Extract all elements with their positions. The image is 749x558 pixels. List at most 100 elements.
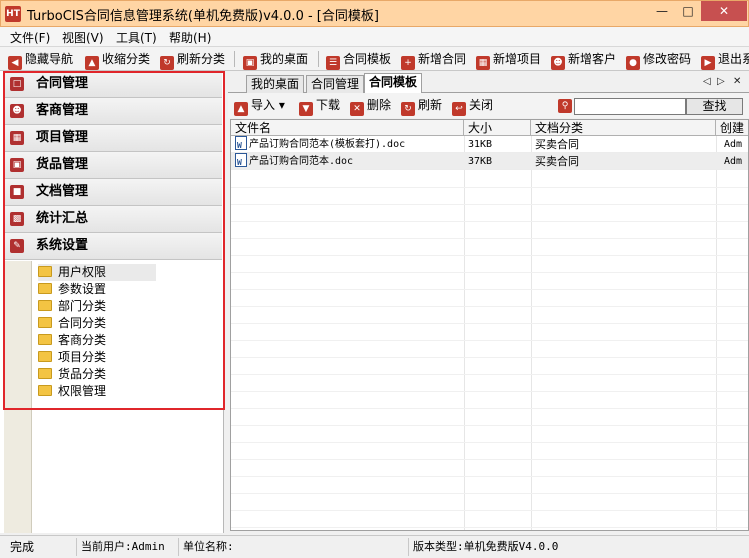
folder-icon (38, 317, 52, 328)
minimize-button[interactable]: — (649, 1, 675, 21)
collapse-category-button[interactable]: ▲ 收缩分类 (85, 50, 150, 70)
tree-item-goods-categories[interactable]: 货品分类 (38, 366, 106, 383)
folder-icon (38, 300, 52, 311)
new-project-icon: ▦ (476, 56, 490, 70)
tree-item-contract-categories[interactable]: 合同分类 (38, 315, 106, 332)
grid-row-rule (231, 442, 748, 443)
building-icon: ▦ (10, 131, 24, 145)
tab-prev-icon[interactable]: ◁ (703, 76, 711, 87)
new-project-button[interactable]: ▦ 新增项目 (476, 50, 541, 70)
title-bar: HT TurboCIS合同信息管理系统(单机免费版)v4.0.0 - [合同模板… (0, 0, 749, 27)
status-bar: 完成 当前用户:Admin 单位名称: 版本类型:单机免费版V4.0.0 (0, 535, 749, 558)
grid-header: 文件名 大小 文档分类 创建 (231, 120, 748, 136)
nav-section-documents[interactable]: ■ 文档管理 (4, 179, 222, 206)
arrow-up-icon: ▲ (85, 56, 99, 70)
table-row[interactable]: 产品订购合同范本.doc 37KB 买卖合同 Adm (231, 153, 748, 170)
tree-item-parameters[interactable]: 参数设置 (38, 281, 106, 298)
column-creator[interactable]: 创建 (716, 120, 748, 136)
grid-row-rule (231, 272, 748, 273)
grid-row-rule (231, 238, 748, 239)
search-input[interactable] (574, 98, 686, 115)
cell-filename: 产品订购合同范本.doc (231, 153, 464, 170)
grid-row-rule (231, 476, 748, 477)
nav-section-merchant[interactable]: ☻ 客商管理 (4, 98, 222, 125)
contract-template-button[interactable]: ☰ 合同模板 (326, 50, 391, 70)
tab-contract-template[interactable]: 合同模板 (364, 73, 423, 94)
arrow-left-icon: ◀ (8, 56, 22, 70)
folder-icon (38, 368, 52, 379)
my-desktop-button[interactable]: ▣ 我的桌面 (243, 50, 308, 70)
grid-row-rule (231, 221, 748, 222)
grid-row-rule (231, 187, 748, 188)
hide-nav-button[interactable]: ◀ 隐藏导航 (8, 50, 73, 70)
cell-creator: Adm (724, 156, 743, 167)
column-divider (464, 136, 465, 530)
refresh-button[interactable]: ↻ 刷新 (401, 97, 442, 116)
close-icon: ↩ (452, 102, 466, 116)
search-button[interactable]: 查找 (686, 98, 743, 115)
tab-contract-management[interactable]: 合同管理 (306, 75, 365, 93)
folder-icon (38, 351, 52, 362)
grid-row-rule (231, 374, 748, 375)
tab-next-icon[interactable]: ▷ (717, 76, 725, 87)
status-state: 完成 (10, 540, 35, 554)
tree-item-departments[interactable]: 部门分类 (38, 298, 106, 315)
tab-close-icon[interactable]: ✕ (733, 76, 741, 87)
grid-row-rule (231, 255, 748, 256)
column-size[interactable]: 大小 (464, 120, 531, 136)
close-tab-button[interactable]: ↩ 关闭 (452, 97, 493, 116)
wrench-icon: ✎ (10, 239, 24, 253)
people-icon: ☻ (10, 104, 24, 118)
goods-icon: ▣ (10, 158, 24, 172)
tab-my-desktop[interactable]: 我的桌面 (246, 75, 305, 93)
menu-file[interactable]: 文件(F) (10, 29, 50, 46)
column-filename[interactable]: 文件名 (231, 120, 464, 136)
nav-section-contract[interactable]: □ 合同管理 (4, 71, 222, 98)
grid-row-rule (231, 408, 748, 409)
folder-icon (38, 334, 52, 345)
download-button[interactable]: ▼ 下载 (299, 97, 340, 116)
tree-item-user-permissions[interactable]: 用户权限 (38, 264, 156, 281)
tree-item-access-control[interactable]: 权限管理 (38, 383, 106, 400)
delete-icon: ✕ (350, 102, 364, 116)
exit-button[interactable]: ▶退出系 (701, 50, 749, 70)
column-divider (716, 136, 717, 530)
menu-view[interactable]: 视图(V) (62, 29, 104, 46)
menu-tools[interactable]: 工具(T) (116, 29, 157, 46)
maximize-button[interactable]: □ (675, 1, 701, 21)
menu-help[interactable]: 帮助(H) (169, 29, 211, 46)
menu-bar: 文件(F) 视图(V) 工具(T) 帮助(H) (0, 27, 749, 47)
close-button[interactable]: ✕ (701, 1, 747, 21)
new-customer-button[interactable]: ☻ 新增客户 (551, 50, 616, 70)
cell-category: 买卖合同 (535, 138, 579, 151)
change-password-button[interactable]: ● 修改密码 (626, 50, 691, 70)
grid-row-rule (231, 391, 748, 392)
tree-item-merchant-categories[interactable]: 客商分类 (38, 332, 106, 349)
cell-category: 买卖合同 (535, 155, 579, 168)
cell-size: 31KB (468, 139, 493, 150)
nav-section-settings[interactable]: ✎ 系统设置 (4, 233, 222, 260)
refresh-category-button[interactable]: ↻ 刷新分类 (160, 50, 225, 70)
navigation-panel: □ 合同管理 ☻ 客商管理 ▦ 项目管理 ▣ 货品管理 ■ 文档管理 ▩ 统计汇总 ✎ 系统设… (0, 71, 224, 533)
column-category[interactable]: 文档分类 (531, 120, 716, 136)
grid-row-rule (231, 510, 748, 511)
nav-section-goods[interactable]: ▣ 货品管理 (4, 152, 222, 179)
desktop-icon: ▣ (243, 56, 257, 70)
new-contract-button[interactable]: + 新增合同 (401, 50, 466, 70)
grid-row-rule (231, 527, 748, 528)
delete-button[interactable]: ✕ 删除 (350, 97, 391, 116)
grid-row-rule (231, 340, 748, 341)
search-icon: ⚲ (558, 99, 572, 113)
table-row[interactable]: 产品订购合同范本(模板套打).doc 31KB 买卖合同 Adm (231, 136, 748, 153)
grid-row-rule (231, 493, 748, 494)
tree-item-project-categories[interactable]: 项目分类 (38, 349, 106, 366)
nav-section-project[interactable]: ▦ 项目管理 (4, 125, 222, 152)
status-current-user: 当前用户:Admin (76, 538, 178, 556)
grid-row-rule (231, 425, 748, 426)
download-icon: ▼ (299, 102, 313, 116)
main-toolbar: ◀ 隐藏导航 ▲ 收缩分类 ↻ 刷新分类 ▣ 我的桌面 ☰ 合同模板 + 新增合同 ▦ 新增项… (0, 47, 749, 71)
import-button[interactable]: ▲ 导入 ▾ (234, 97, 285, 116)
nav-section-statistics[interactable]: ▩ 统计汇总 (4, 206, 222, 233)
cell-filename: 产品订购合同范本(模板套打).doc (231, 136, 464, 153)
toolbar-separator (318, 51, 319, 67)
